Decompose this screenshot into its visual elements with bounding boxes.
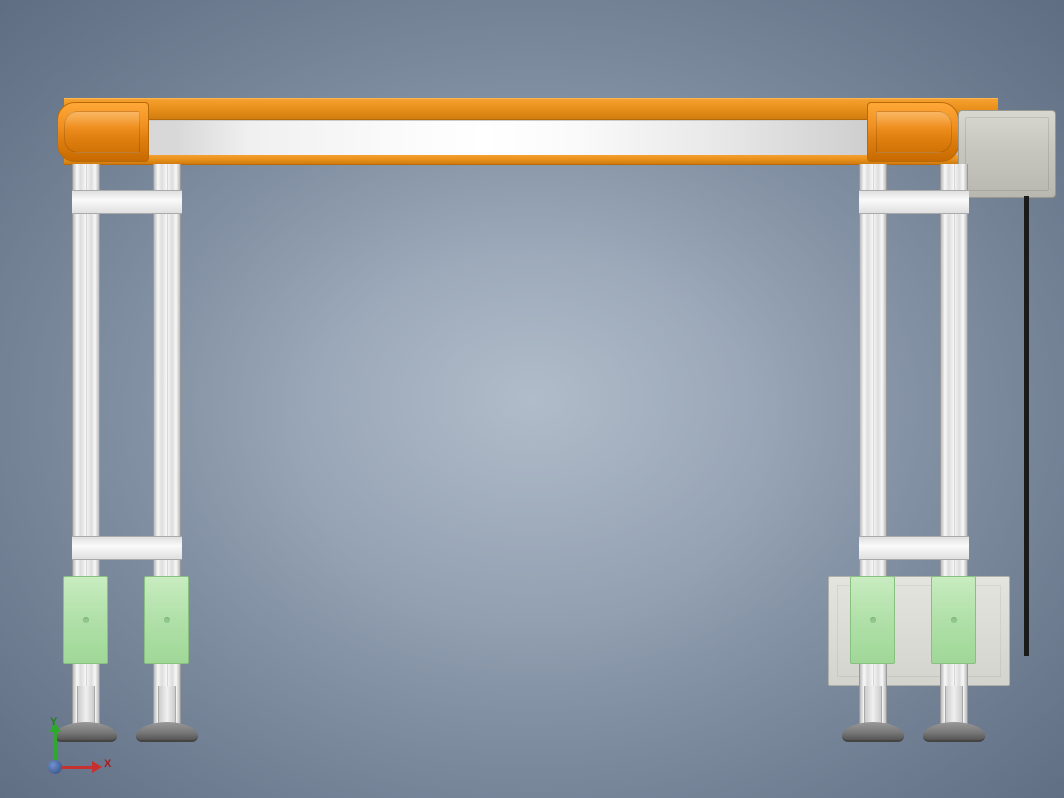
foot-pad-4 (923, 722, 985, 742)
conveyor-end-cap-right (867, 102, 959, 162)
foot-pad-2 (136, 722, 198, 742)
leg-bracket-3 (850, 576, 895, 664)
leg-bracket-1 (63, 576, 108, 664)
drive-belt-vertical (1024, 196, 1029, 656)
axis-y-label: Y (50, 716, 57, 728)
left-brace-top (72, 190, 182, 214)
left-brace-bottom (72, 536, 182, 560)
axis-origin-icon (48, 760, 62, 774)
conveyor-bottom-rail (64, 155, 998, 165)
conveyor-end-cap-left (57, 102, 149, 162)
leg-bracket-2 (144, 576, 189, 664)
conveyor-belt-surface (64, 120, 998, 156)
right-brace-bottom (859, 536, 969, 560)
foot-pad-3 (842, 722, 904, 742)
foot-stem-3 (864, 686, 882, 726)
foot-stem-4 (945, 686, 963, 726)
leg-bracket-4 (931, 576, 976, 664)
motor-enclosure (958, 110, 1056, 198)
axis-x-icon (54, 766, 94, 769)
foot-pad-1 (55, 722, 117, 742)
axis-x-label: X (104, 758, 111, 770)
right-brace-top (859, 190, 969, 214)
conveyor-top-rail (64, 98, 998, 120)
foot-stem-1 (77, 686, 95, 726)
foot-stem-2 (158, 686, 176, 726)
